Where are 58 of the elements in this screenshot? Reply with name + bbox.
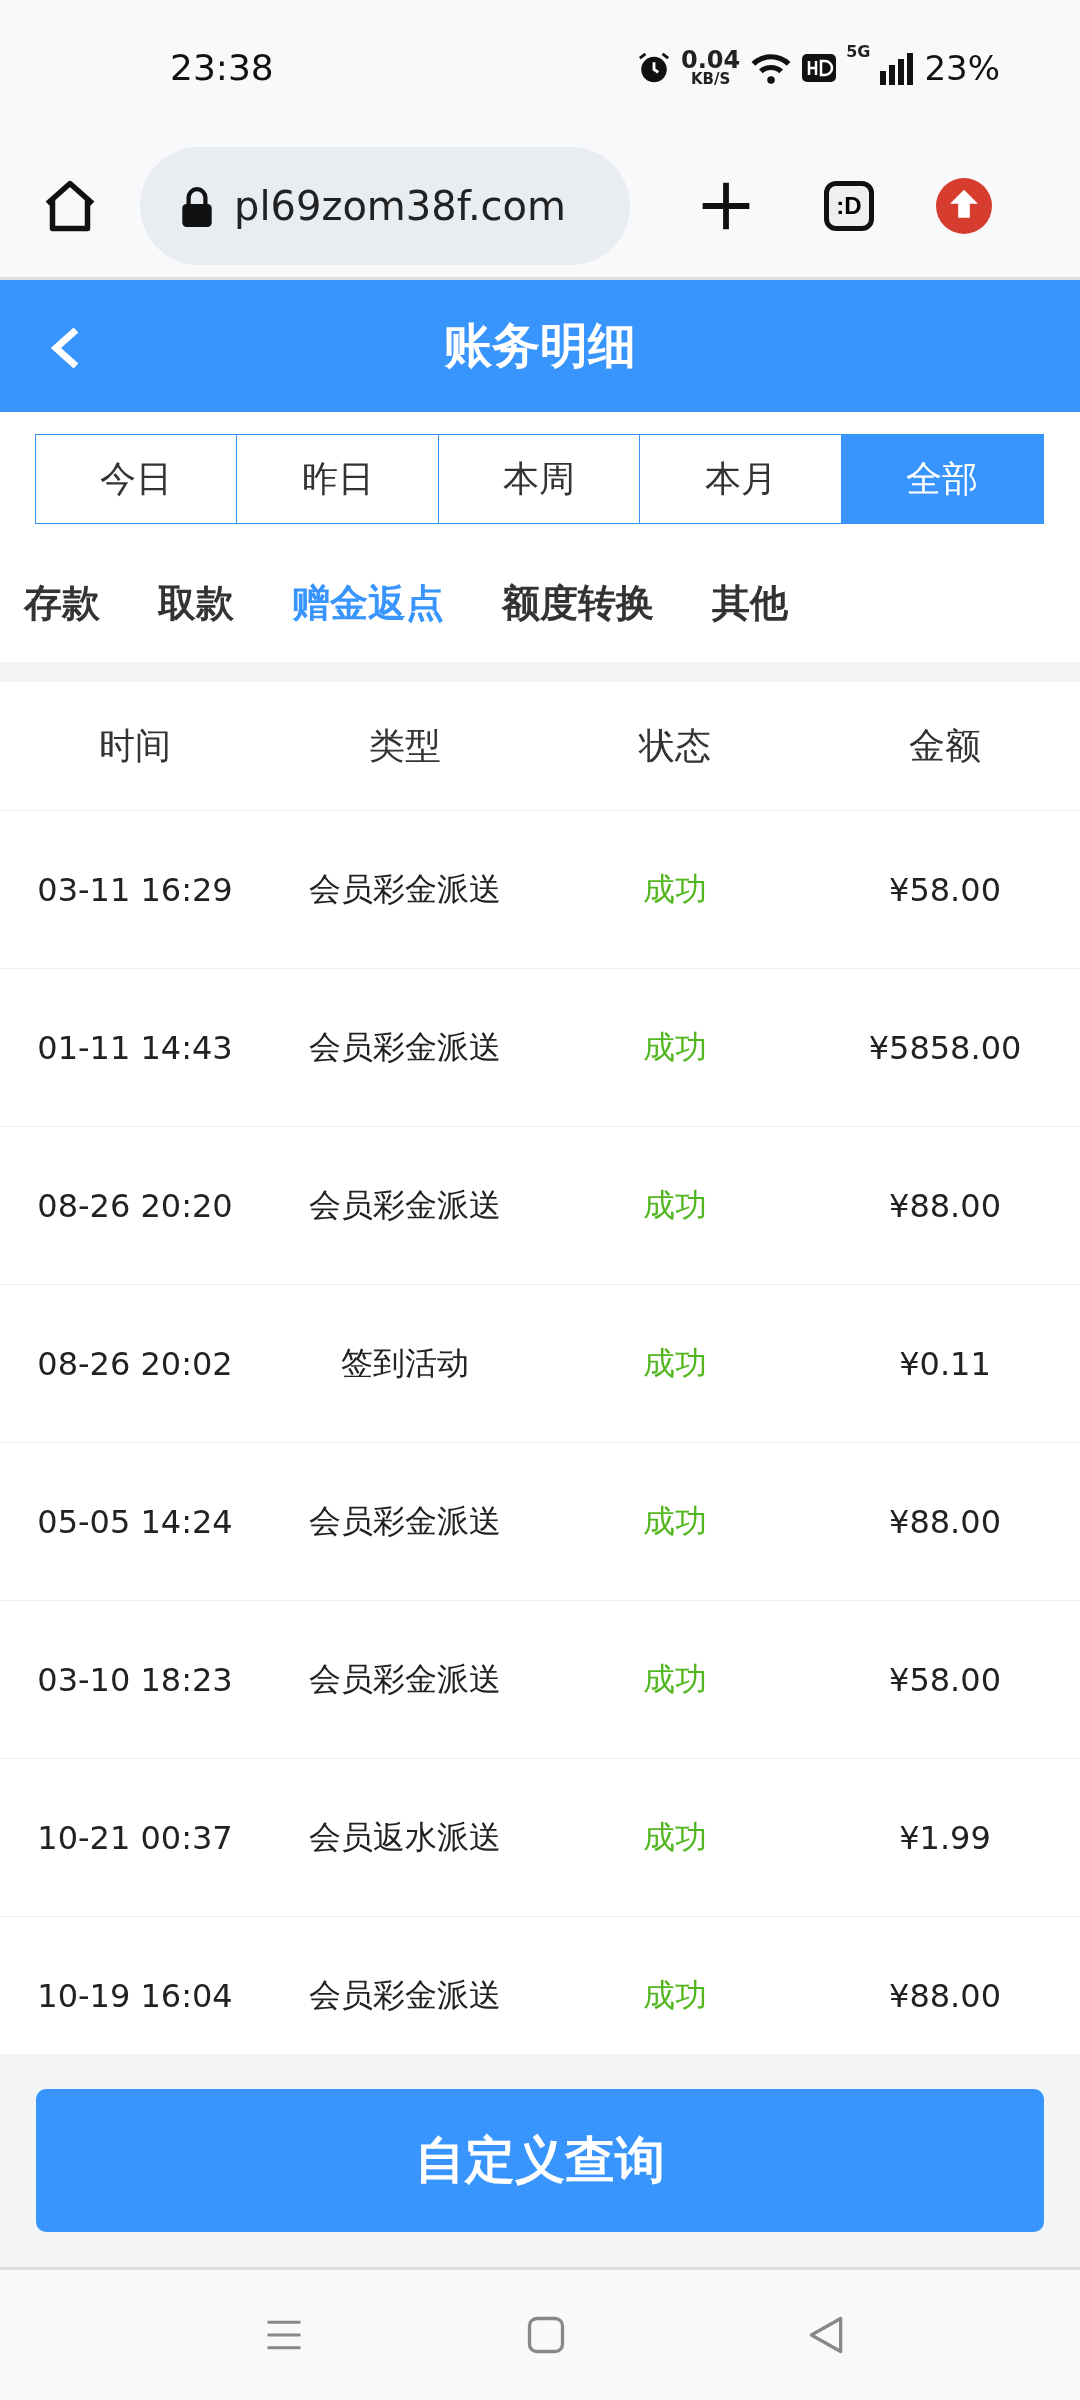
status-cell-text: 成功 (642, 1500, 708, 1542)
tabs-button[interactable]: :D (824, 181, 874, 231)
table-cell-text: 03-11 16:29 (36, 870, 234, 909)
column-header: 状态 (637, 723, 712, 768)
table-cell-text: 会员返水派送 (308, 1816, 502, 1858)
table-cell-text: 08-26 20:20 (36, 1186, 234, 1225)
table-cell-text: 会员彩金派送 (308, 1500, 502, 1542)
table-cell-text: ¥5858.00 (867, 1028, 1023, 1067)
category-tab[interactable]: 存款 (24, 577, 122, 629)
status-cell-text: 成功 (642, 868, 708, 910)
table-cell-text: ¥58.00 (888, 1660, 1002, 1699)
status-cell-text: 成功 (642, 1658, 708, 1700)
status-time: 23:38 (170, 47, 274, 88)
column-header: 金额 (908, 723, 982, 768)
status-cell-text: 成功 (642, 1974, 708, 2016)
table-cell-text: ¥88.00 (888, 1502, 1002, 1541)
period-tab[interactable]: 昨日 (236, 434, 440, 524)
speed-unit: KB/S (690, 72, 731, 87)
status-cell-text: 成功 (642, 1184, 708, 1226)
table-cell-text: 签到活动 (340, 1342, 470, 1384)
period-tab[interactable]: 今日 (34, 434, 238, 524)
network-speed: 0.04 (680, 48, 741, 72)
category-tab[interactable]: 额度转换 (502, 577, 676, 629)
period-tab[interactable]: 本周 (437, 434, 641, 524)
status-cell-text: 成功 (642, 1816, 708, 1858)
alarm-icon (636, 50, 671, 85)
hd-icon (802, 53, 837, 82)
table-cell-text: ¥0.11 (898, 1344, 992, 1383)
table-cell-text: 会员彩金派送 (308, 1974, 502, 2016)
status-cell-text: 成功 (642, 1026, 708, 1068)
period-tab[interactable]: 本月 (639, 434, 843, 524)
table-cell-text: 会员彩金派送 (308, 1026, 502, 1068)
table-cell-text: 会员彩金派送 (308, 868, 502, 910)
battery-level: 23% (924, 47, 1000, 88)
update-icon[interactable] (936, 178, 992, 234)
table-cell-text: 03-10 18:23 (36, 1660, 234, 1699)
table-cell-text: 08-26 20:02 (36, 1344, 234, 1383)
table-cell-text: 10-21 00:37 (36, 1818, 234, 1857)
status-cell-text: 成功 (642, 1342, 708, 1384)
table-cell-text: ¥88.00 (888, 1186, 1002, 1225)
back-icon[interactable] (50, 326, 80, 370)
page-title: 账务明细 (444, 316, 636, 375)
table-cell-text: 01-11 14:43 (36, 1028, 234, 1067)
table-cell-text: 05-05 14:24 (36, 1502, 234, 1541)
table-cell-text: 会员彩金派送 (308, 1184, 502, 1226)
address-bar[interactable]: pl69zom38f.com (140, 147, 630, 265)
table-cell-text: 会员彩金派送 (308, 1658, 502, 1700)
table-cell-text: ¥88.00 (888, 1976, 1002, 2015)
table-cell-text: ¥1.99 (898, 1818, 992, 1857)
category-tab[interactable]: 其他 (712, 577, 810, 629)
column-header: 时间 (98, 723, 172, 768)
lock-icon (180, 185, 214, 227)
signal-icon (880, 50, 915, 85)
table-cell-text: 10-19 16:04 (36, 1976, 234, 2015)
table-cell-text: ¥58.00 (888, 870, 1002, 909)
network-type: 5G (846, 41, 871, 61)
category-tab[interactable]: 取款 (158, 577, 256, 629)
column-header: 类型 (368, 723, 442, 768)
